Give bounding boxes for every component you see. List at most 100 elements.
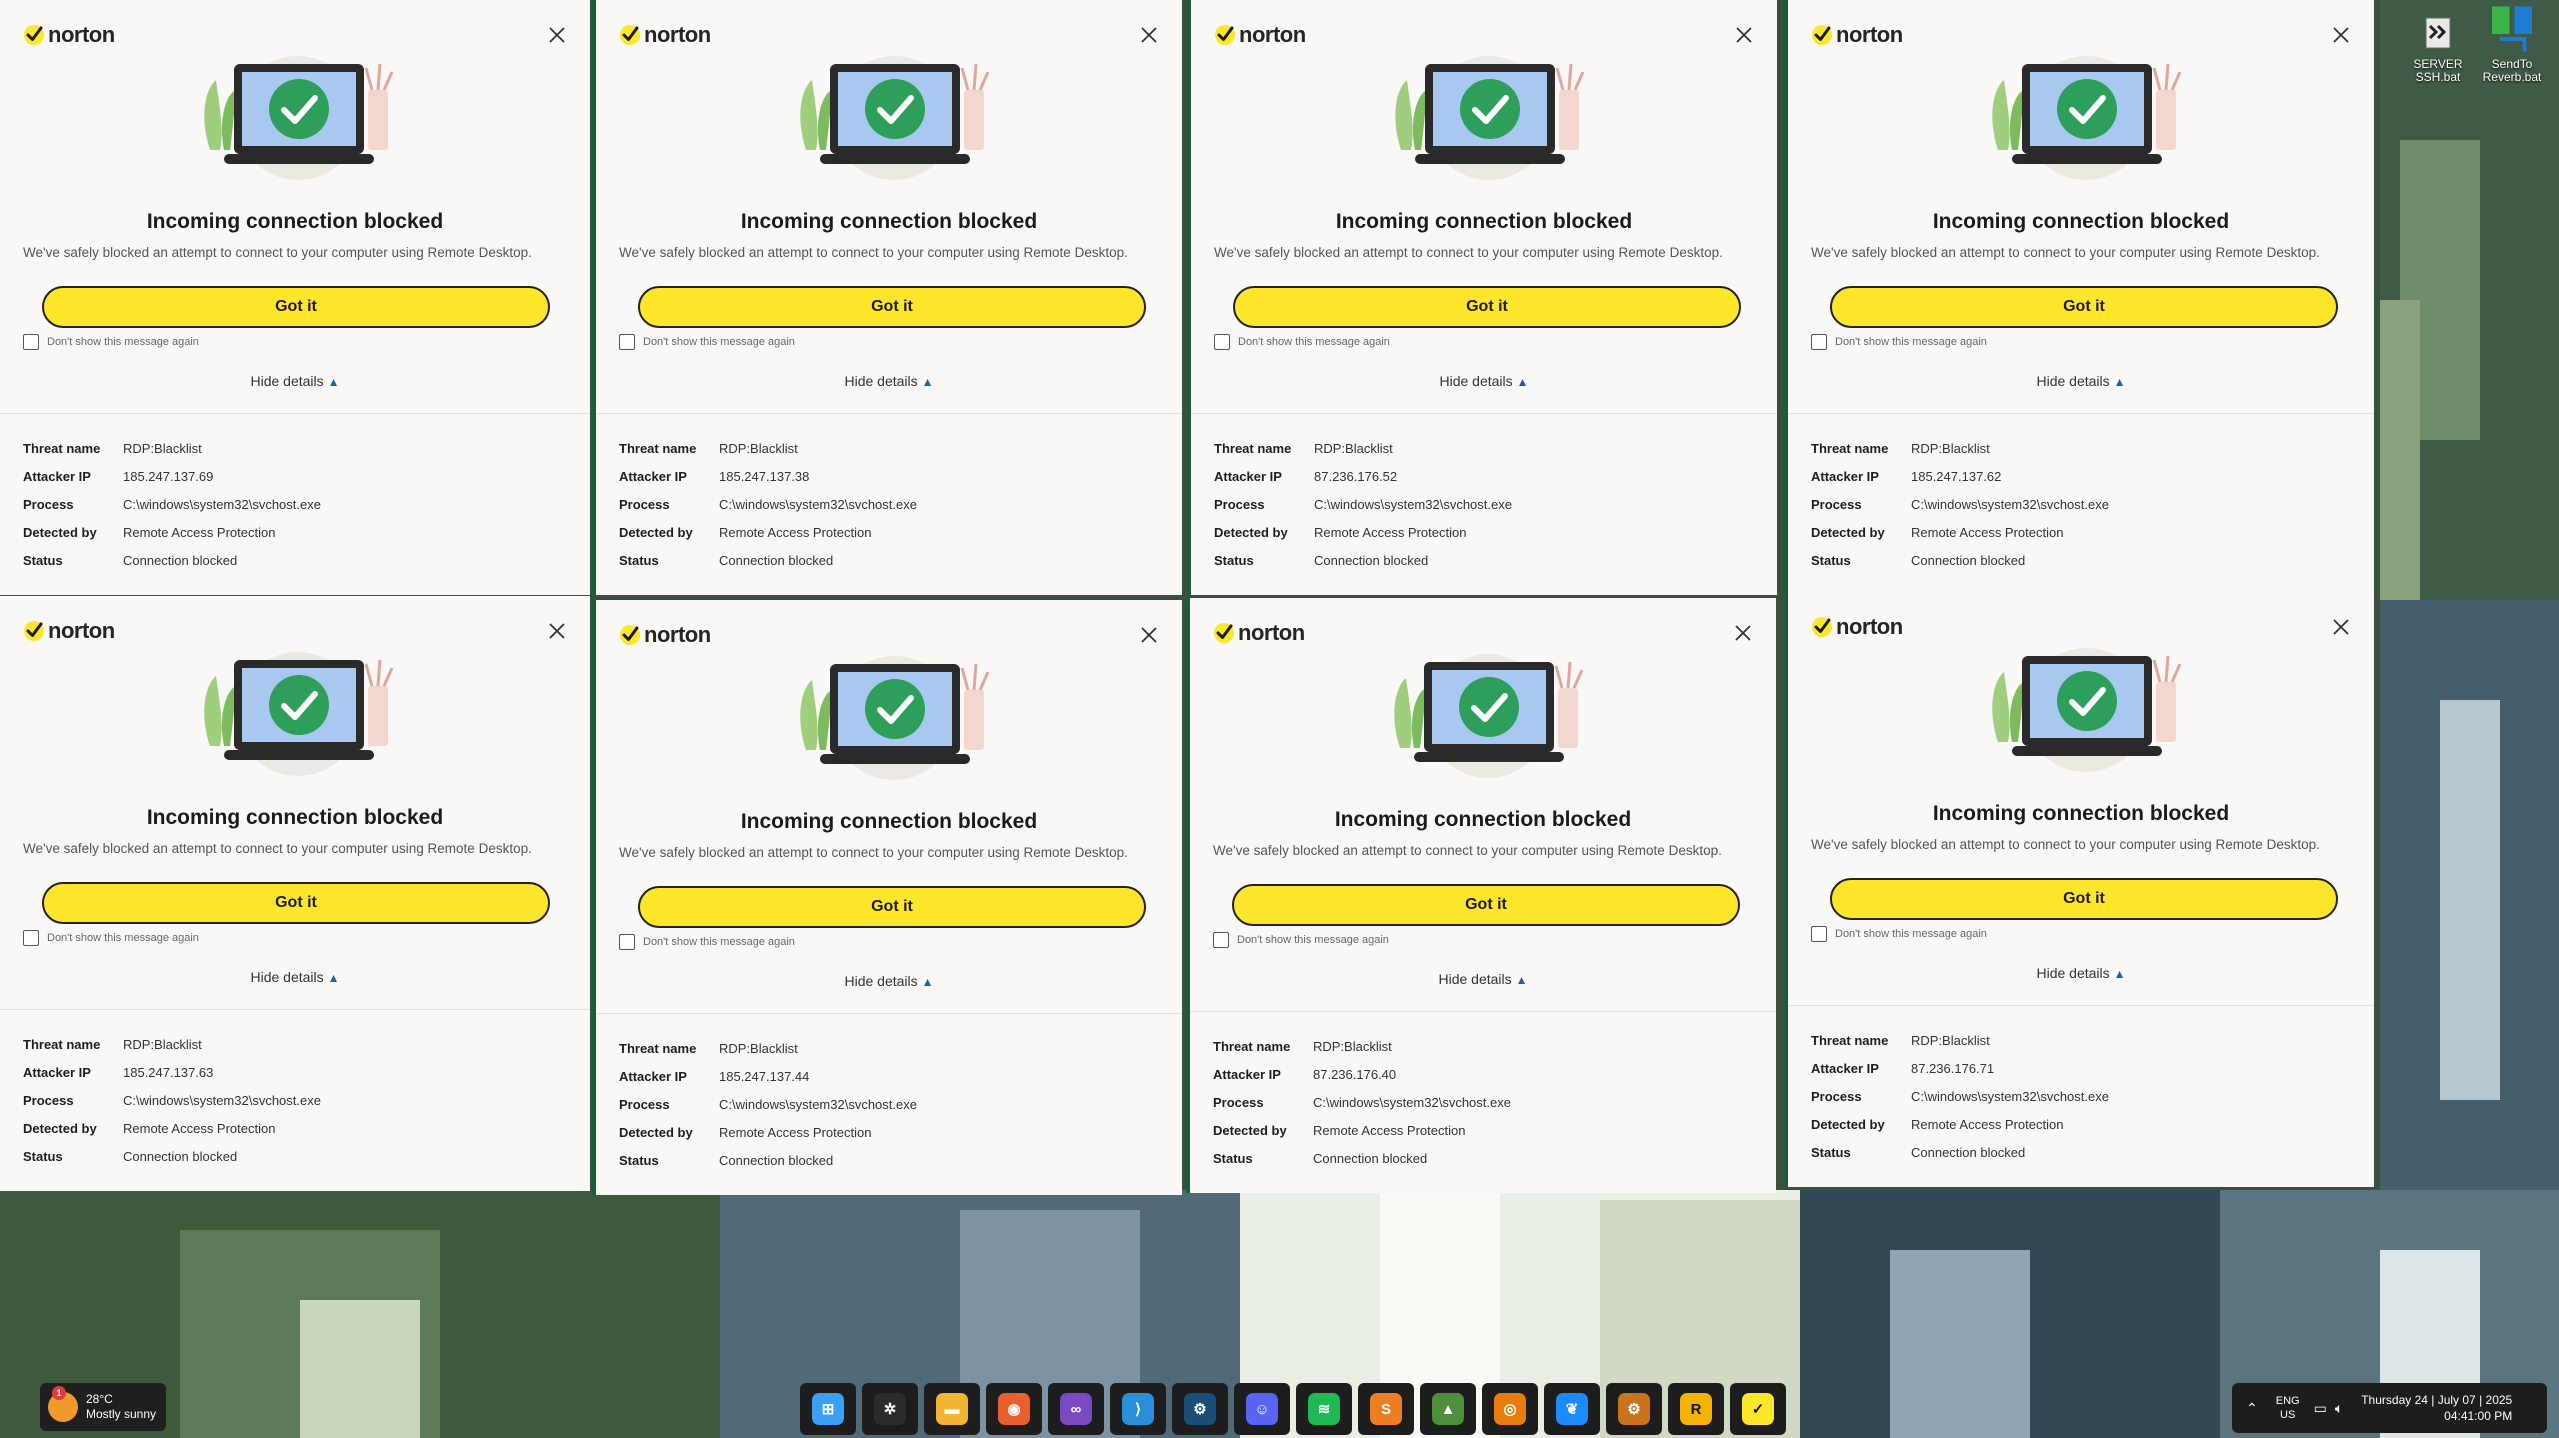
taskbar-app-firefox[interactable]: ◉ — [986, 1383, 1042, 1435]
detail-key: Detected by — [619, 1124, 693, 1140]
norton-logo: norton — [1810, 22, 1903, 48]
close-icon — [2333, 27, 2349, 43]
got-it-button[interactable]: Got it — [1232, 884, 1740, 926]
detail-key: Status — [23, 1148, 63, 1164]
process-value: C:\windows\system32\svchost.exe — [719, 496, 917, 512]
dont-show-again-checkbox[interactable]: Don't show this message again — [1811, 334, 1987, 350]
close-button[interactable] — [1729, 20, 1759, 50]
checkbox-square[interactable] — [1214, 334, 1230, 350]
threat-details: Threat name RDP:Blacklist Attacker IP 18… — [23, 434, 321, 574]
norton-brand-text: norton — [644, 622, 711, 647]
norton-check-icon — [1215, 25, 1235, 45]
chevron-up-icon: ▲ — [327, 971, 340, 985]
hide-details-toggle[interactable]: Hide details ▲ — [596, 973, 1182, 989]
close-button[interactable] — [2326, 612, 2356, 642]
detail-key: Process — [619, 496, 670, 512]
detail-row-process: Process C:\windows\system32\svchost.exe — [1811, 1082, 2109, 1110]
taskbar-app-windows-start[interactable]: ⊞ — [800, 1383, 856, 1435]
taskbar-app-sublime-text[interactable]: S — [1358, 1383, 1414, 1435]
speaker-icon[interactable]: 🔈︎ — [2335, 1400, 2343, 1417]
got-it-button[interactable]: Got it — [42, 882, 550, 924]
dont-show-again-checkbox[interactable]: Don't show this message again — [23, 334, 199, 350]
dont-show-again-checkbox[interactable]: Don't show this message again — [619, 334, 795, 350]
checkbox-square[interactable] — [1811, 334, 1827, 350]
taskbar-app-bluesky[interactable]: ❦ — [1544, 1383, 1600, 1435]
got-it-button[interactable]: Got it — [638, 286, 1146, 328]
detail-key: Attacker IP — [23, 1064, 91, 1080]
weather-widget[interactable]: 1 28°C Mostly sunny — [40, 1383, 166, 1431]
got-it-button[interactable]: Got it — [42, 286, 550, 328]
got-it-button[interactable]: Got it — [638, 886, 1146, 928]
threat-name-value: RDP:Blacklist — [1314, 440, 1393, 456]
close-button[interactable] — [1134, 20, 1164, 50]
taskbar-app-visual-studio[interactable]: ∞ — [1048, 1383, 1104, 1435]
close-button[interactable] — [2326, 20, 2356, 50]
dont-show-again-checkbox[interactable]: Don't show this message again — [23, 930, 199, 946]
status-value: Connection blocked — [719, 552, 834, 568]
norton-logo: norton — [618, 22, 711, 48]
hide-details-label: Hide details — [1439, 373, 1513, 389]
checkbox-square[interactable] — [1811, 926, 1827, 942]
monitor-icon[interactable]: ▭ — [2314, 1400, 2327, 1417]
detail-row-threat-name: Threat name RDP:Blacklist — [619, 434, 917, 462]
detail-row-status: Status Connection blocked — [1213, 1144, 1511, 1172]
dont-show-again-checkbox[interactable]: Don't show this message again — [1213, 932, 1389, 948]
taskbar-app-norton[interactable]: ✓ — [1730, 1383, 1786, 1435]
hide-details-toggle[interactable]: Hide details ▲ — [0, 969, 590, 985]
hide-details-toggle[interactable]: Hide details ▲ — [596, 373, 1182, 389]
checkbox-square[interactable] — [619, 934, 635, 950]
taskbar-app-discord[interactable]: ☺ — [1234, 1383, 1290, 1435]
detected-by-value: Remote Access Protection — [1911, 524, 2064, 540]
hide-details-toggle[interactable]: Hide details ▲ — [1788, 373, 2374, 389]
hide-details-toggle[interactable]: Hide details ▲ — [1788, 965, 2374, 981]
dont-show-again-checkbox[interactable]: Don't show this message again — [1214, 334, 1390, 350]
taskbar-app-spotify[interactable]: ≋ — [1296, 1383, 1352, 1435]
detail-row-process: Process C:\windows\system32\svchost.exe — [23, 1086, 321, 1114]
close-button[interactable] — [1134, 620, 1164, 650]
taskbar-app-steam[interactable]: ⚙ — [1172, 1383, 1228, 1435]
checkbox-square[interactable] — [23, 334, 39, 350]
norton-check-icon — [1812, 617, 1832, 637]
status-value: Connection blocked — [719, 1152, 834, 1168]
hide-details-toggle[interactable]: Hide details ▲ — [1191, 373, 1777, 389]
got-it-button[interactable]: Got it — [1830, 878, 2338, 920]
got-it-button[interactable]: Got it — [1830, 286, 2338, 328]
chevron-up-icon[interactable]: ⌃ — [2246, 1400, 2258, 1417]
detail-key: Process — [1213, 1094, 1264, 1110]
detail-row-detected-by: Detected by Remote Access Protection — [23, 518, 321, 546]
hide-details-toggle[interactable]: Hide details ▲ — [1190, 971, 1776, 987]
detail-key: Process — [1811, 496, 1862, 512]
desktop-shortcut-sendto-reverb[interactable]: SendTo Reverb.bat — [2470, 4, 2554, 84]
taskbar-app-chatgpt[interactable]: ✲ — [862, 1383, 918, 1435]
taskbar-app-cura[interactable]: ▲ — [1420, 1383, 1476, 1435]
dont-show-again-checkbox[interactable]: Don't show this message again — [1811, 926, 1987, 942]
dont-show-again-label: Don't show this message again — [1835, 928, 1987, 940]
taskbar-app-rockstar[interactable]: R — [1668, 1383, 1724, 1435]
notification-badge: 1 — [52, 1386, 66, 1400]
hide-details-toggle[interactable]: Hide details ▲ — [0, 373, 590, 389]
close-button[interactable] — [1728, 618, 1758, 648]
laptop-shield-illustration — [1395, 56, 1585, 180]
dont-show-again-checkbox[interactable]: Don't show this message again — [619, 934, 795, 950]
chevron-up-icon: ▲ — [327, 375, 340, 389]
checkbox-square[interactable] — [619, 334, 635, 350]
clock[interactable]: Thursday 24 | July 07 | 2025 04:41:00 PM — [2361, 1392, 2512, 1424]
detail-row-status: Status Connection blocked — [1811, 546, 2109, 574]
dont-show-again-label: Don't show this message again — [47, 336, 199, 348]
taskbar-app-settings-app[interactable]: ⚙ — [1606, 1383, 1662, 1435]
time-text: 04:41:00 PM — [2444, 1409, 2513, 1423]
checkbox-square[interactable] — [1213, 932, 1229, 948]
taskbar-app-file-explorer[interactable]: ▬ — [924, 1383, 980, 1435]
laptop-shield-illustration — [204, 652, 394, 776]
close-button[interactable] — [542, 616, 572, 646]
close-button[interactable] — [542, 20, 572, 50]
got-it-button[interactable]: Got it — [1233, 286, 1741, 328]
detail-row-detected-by: Detected by Remote Access Protection — [23, 1114, 321, 1142]
taskbar-app-blender[interactable]: ◎ — [1482, 1383, 1538, 1435]
desktop-shortcut-server-ssh[interactable]: SERVER SSH.bat — [2396, 14, 2480, 84]
norton-logo: norton — [1810, 614, 1903, 640]
language-indicator[interactable]: ENG US — [2276, 1394, 2300, 1422]
detail-row-detected-by: Detected by Remote Access Protection — [619, 518, 917, 546]
taskbar-app-vscode[interactable]: ⟩ — [1110, 1383, 1166, 1435]
checkbox-square[interactable] — [23, 930, 39, 946]
